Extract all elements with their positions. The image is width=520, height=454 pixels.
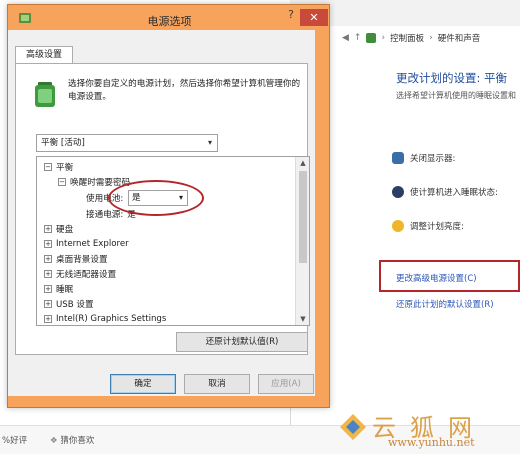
chevron-right-icon: › [381,33,386,43]
expand-icon[interactable]: + [44,240,52,248]
tree-node-desktop-background[interactable]: + 桌面背景设置 [44,252,108,266]
rating-text: %好评 [2,436,28,446]
collapse-icon[interactable]: − [44,163,52,171]
cancel-button[interactable]: 取消 [184,374,250,394]
display-off-setting: 关闭显示器: [392,152,455,164]
watermark-logo-icon [340,414,366,440]
expand-icon[interactable]: + [44,285,52,293]
power-plan-icon [35,82,55,107]
chevron-right-icon: › [429,33,433,43]
collapse-icon[interactable]: − [58,178,66,186]
highlight-ellipse [108,180,204,216]
tree-scrollbar[interactable]: ▲ ▼ [295,157,309,325]
expand-icon[interactable]: + [44,255,52,263]
highlight-box [379,260,520,292]
back-arrow-icon[interactable]: ◀ [342,33,349,43]
tree-node-balanced[interactable]: − 平衡 [44,160,73,174]
close-button[interactable]: ✕ [300,9,328,26]
plan-settings-heading: 更改计划的设置: 平衡 [396,71,508,85]
chevron-down-icon: ▾ [207,138,212,147]
dialog-help-button[interactable]: ? [284,8,298,26]
moon-icon [392,186,404,198]
breadcrumb-control-panel[interactable]: 控制面板 [390,32,424,44]
tree-node-hard-disk[interactable]: + 硬盘 [44,222,73,236]
dialog-description: 选择你要自定义的电源计划，然后选择你希望计算机管理你的电源设置。 [68,79,301,102]
watermark-url: www.yunhu.net [388,436,475,449]
ok-button[interactable]: 确定 [110,374,176,394]
control-panel-icon [366,33,377,43]
tree-node-intel-graphics[interactable]: + Intel(R) Graphics Settings [44,312,166,326]
tree-node-usb[interactable]: + USB 设置 [44,297,94,311]
expand-icon[interactable]: + [44,225,52,233]
dialog-title: 电源选项 [147,15,192,28]
monitor-icon [392,152,404,164]
restore-plan-defaults-link[interactable]: 还原此计划的默认设置(R) [396,298,494,310]
expand-icon[interactable]: + [44,270,52,278]
restore-defaults-button[interactable]: 还原计划默认值(R) [176,332,308,352]
apply-button[interactable]: 应用(A) [258,374,314,394]
plan-settings-subheading: 选择希望计算机使用的睡眠设置和 [396,91,516,100]
recommend-text[interactable]: ❖ 猜你喜欢 [50,434,94,446]
sun-icon [392,220,404,232]
scroll-up-icon[interactable]: ▲ [296,157,310,169]
address-bar[interactable]: ◀ ↑ › 控制面板 › 硬件和声音 [342,28,520,48]
scroll-down-icon[interactable]: ▼ [296,313,310,325]
sleep-setting: 使计算机进入睡眠状态: [392,186,498,198]
expand-icon[interactable]: + [44,315,52,323]
brightness-setting: 调整计划亮度: [392,220,464,232]
tab-advanced-settings[interactable]: 高级设置 [15,46,73,64]
tree-node-sleep[interactable]: + 睡眠 [44,282,73,296]
heart-icon: ❖ [50,436,58,446]
breadcrumb-hardware-sound[interactable]: 硬件和声音 [438,32,481,44]
power-plan-select[interactable]: 平衡 [活动] ▾ [36,134,218,152]
tree-node-internet-explorer[interactable]: + Internet Explorer [44,237,129,251]
tree-node-wireless-adapter[interactable]: + 无线适配器设置 [44,267,116,281]
scrollbar-thumb[interactable] [299,171,307,263]
up-arrow-icon[interactable]: ↑ [354,33,362,43]
expand-icon[interactable]: + [44,300,52,308]
